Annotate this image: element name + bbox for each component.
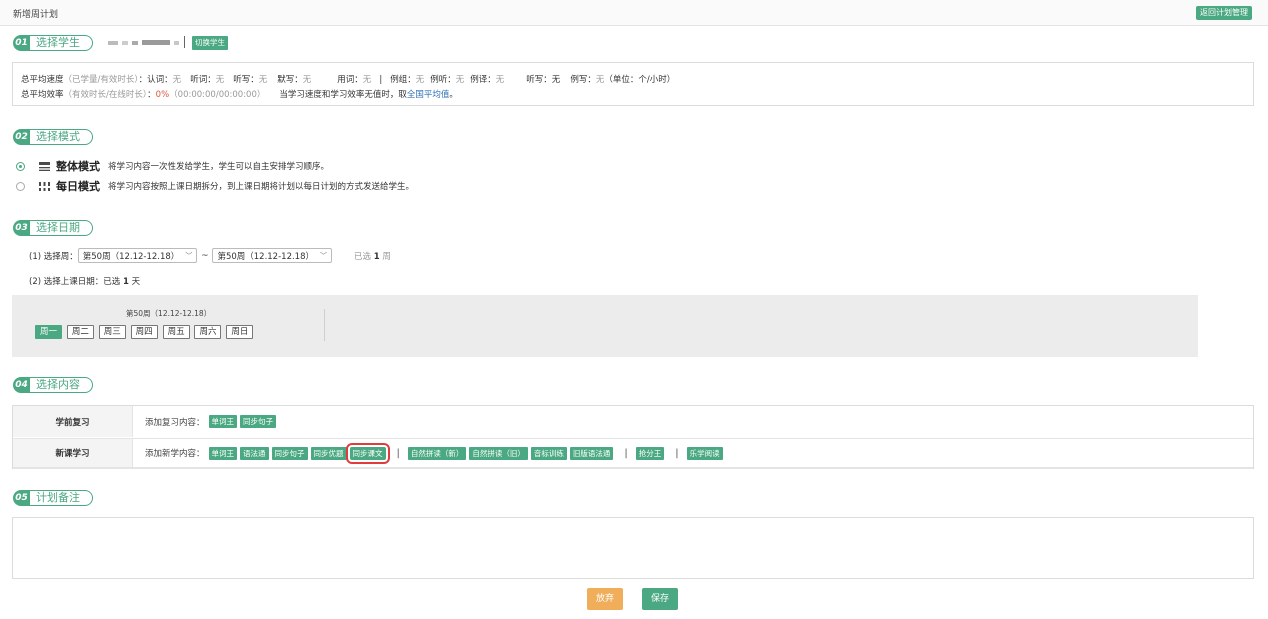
- student-name-blurred: [108, 38, 182, 48]
- top-bar: [0, 0, 1268, 26]
- section-label: 选择日期: [30, 220, 93, 236]
- page-title: 新增周计划: [13, 10, 59, 20]
- mode-option-daily[interactable]: 每日模式 将学习内容按照上课日期拆分，到上课日期将计划以每日计划的方式发送给学生…: [16, 179, 414, 193]
- new-tag-grammar[interactable]: 语法通: [240, 446, 269, 460]
- section-select-content: 04 选择内容: [13, 377, 93, 393]
- panel-week-title: 第50周（12.12-12.18）: [126, 309, 212, 318]
- average-speed-line: 总平均速度（已学量/有效时长）：认词：无 听词：无 听写：无 默写：无 用词：无 | 例组：…: [21, 75, 676, 85]
- review-tag-sync-sentence[interactable]: 同步句子: [240, 415, 277, 428]
- section-label: 选择模式: [30, 129, 93, 145]
- day-button-tue[interactable]: 周二: [66, 325, 94, 339]
- day-buttons: 周一 周二 周三 周四 周五 周六 周日: [35, 325, 255, 339]
- new-tag-sync-text[interactable]: 同步课文: [345, 442, 390, 464]
- day-button-fri[interactable]: 周五: [162, 325, 190, 339]
- save-button[interactable]: 保存: [642, 588, 679, 610]
- review-tag-word-king[interactable]: 单词王: [208, 415, 238, 428]
- day-picker-panel: 第50周（12.12-12.18） 周一 周二 周三 周四 周五 周六 周日: [12, 295, 1198, 357]
- table-row-new-lesson: 新课学习 添加新学内容： 单词王 语法通 同步句子 同步优题 同步课文 | 自然…: [13, 438, 1253, 469]
- chevron-down-icon: ﹀: [320, 251, 327, 260]
- new-tag-word-king[interactable]: 单词王: [208, 446, 238, 460]
- average-stats-box: 总平均速度（已学量/有效时长）：认词：无 听词：无 听写：无 默写：无 用词：无 | 例组：…: [12, 62, 1254, 106]
- content-table: 学前复习 添加复习内容： 单词王 同步句子 新课学习 添加新学内容： 单词王 语…: [12, 405, 1254, 469]
- section-number: 02: [13, 129, 30, 145]
- new-tag-phonics-new[interactable]: 自然拼读（新）: [407, 446, 467, 460]
- back-to-plan-management-button[interactable]: 返回计划管理: [1196, 6, 1252, 20]
- new-tag-sync-questions[interactable]: 同步优题: [310, 446, 347, 460]
- national-average-link[interactable]: 全国平均值: [407, 90, 450, 100]
- new-tag-happy-reading[interactable]: 乐学阅读: [686, 446, 723, 460]
- new-tag-phonetic-training[interactable]: 音标训练: [530, 446, 567, 460]
- week-select-row: (1) 选择周： 第50周（12.12-12.18） ﹀ ~ 第50周（12.12…: [29, 248, 391, 263]
- radio-daily-mode[interactable]: [16, 181, 25, 191]
- chevron-down-icon: ﹀: [185, 251, 193, 260]
- section-select-mode: 02 选择模式: [13, 129, 93, 145]
- new-tag-score-king[interactable]: 抢分王: [635, 446, 665, 460]
- calendar-dots-icon: [39, 181, 50, 191]
- new-tag-sync-sentence[interactable]: 同步句子: [271, 446, 308, 460]
- day-button-mon[interactable]: 周一: [35, 325, 63, 339]
- section-number: 05: [13, 490, 30, 506]
- week-divider: [324, 309, 325, 341]
- day-button-wed[interactable]: 周三: [98, 325, 126, 339]
- efficiency-value: 0%: [155, 90, 170, 100]
- section-select-student: 01 选择学生: [13, 35, 93, 51]
- section-number: 04: [13, 377, 30, 393]
- section-label: 选择学生: [30, 35, 93, 51]
- day-button-sun[interactable]: 周日: [226, 325, 254, 339]
- section-number: 03: [13, 220, 30, 236]
- mode-option-whole[interactable]: 整体模式 将学习内容一次性发给学生，学生可以自主安排学习顺序。: [16, 159, 329, 173]
- week-to-select[interactable]: 第50周（12.12-12.18） ﹀: [212, 248, 332, 263]
- radio-whole-mode[interactable]: [16, 161, 25, 171]
- section-label: 计划备注: [30, 490, 93, 506]
- new-tag-phonics-old[interactable]: 自然拼读（旧）: [469, 446, 528, 460]
- day-button-sat[interactable]: 周六: [194, 325, 222, 339]
- day-button-thu[interactable]: 周四: [130, 325, 158, 339]
- discard-button[interactable]: 放弃: [587, 588, 624, 610]
- week-from-select[interactable]: 第50周（12.12-12.18） ﹀: [77, 248, 198, 263]
- new-tag-old-grammar[interactable]: 旧版语法通: [569, 446, 614, 460]
- section-select-date: 03 选择日期: [13, 220, 93, 236]
- section-number: 01: [13, 35, 30, 51]
- list-icon: [39, 161, 50, 171]
- average-efficiency-line: 总平均效率（有效时长/在线时长）：0%（00:00:00/00:00:00） 当学…: [21, 90, 458, 100]
- selected-days-info: (2) 选择上课日期：已选 1 天: [29, 277, 141, 287]
- selected-weeks-info: 已选 1 周: [354, 251, 391, 262]
- section-label: 选择内容: [30, 377, 93, 393]
- switch-student-button[interactable]: 切换学生: [192, 36, 228, 50]
- table-row-review: 学前复习 添加复习内容： 单词王 同步句子: [13, 406, 1253, 437]
- plan-notes-textarea[interactable]: [12, 517, 1254, 579]
- section-plan-notes: 05 计划备注: [13, 490, 93, 506]
